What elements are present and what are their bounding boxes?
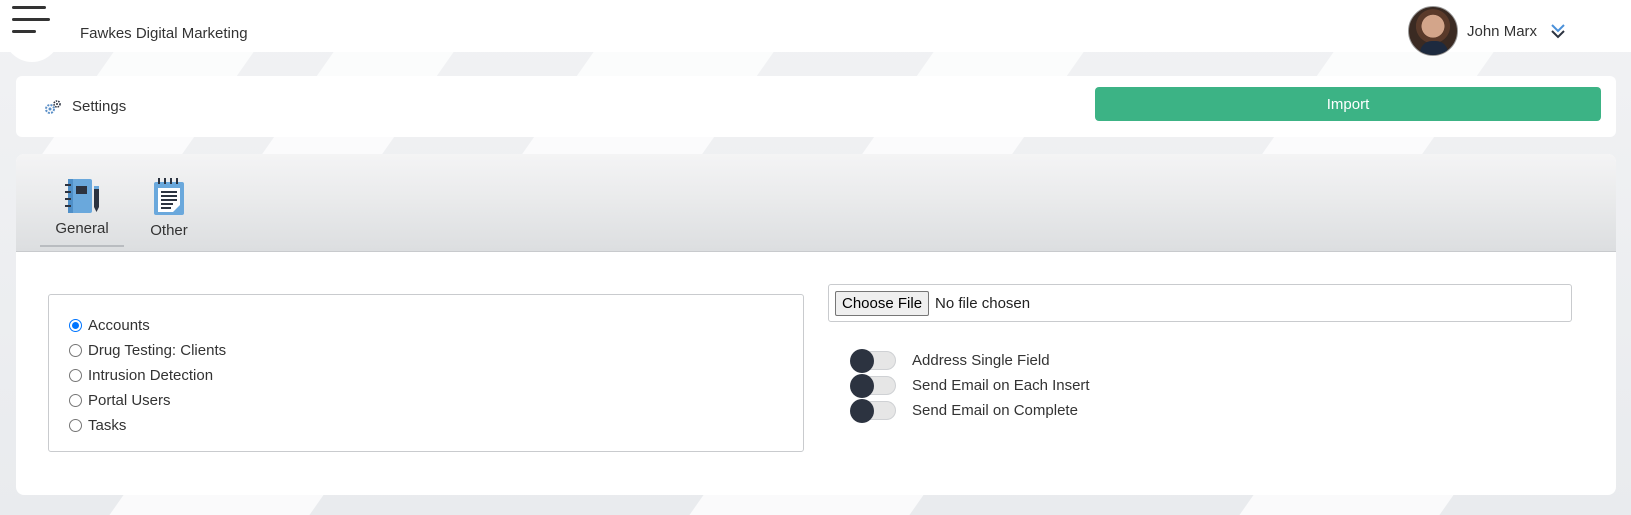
company-name: Fawkes Digital Marketing xyxy=(80,25,248,42)
gears-icon xyxy=(45,99,61,114)
tab-general[interactable]: General xyxy=(40,178,124,247)
radio-label: Drug Testing: Clients xyxy=(88,342,227,359)
choose-file-button[interactable]: Choose File xyxy=(835,290,930,316)
import-options: Address Single Field Send Email on Each … xyxy=(850,348,1090,423)
radio-button[interactable] xyxy=(69,394,82,407)
option-send-email-on-complete[interactable]: Send Email on Complete xyxy=(850,398,1090,423)
import-panel: General Other Accounts Drug Testing: Cli… xyxy=(16,154,1616,495)
tab-general-label: General xyxy=(55,220,109,237)
toggle-switch[interactable] xyxy=(850,399,896,423)
toggle-switch[interactable] xyxy=(850,349,896,373)
option-send-email-each-insert[interactable]: Send Email on Each Insert xyxy=(850,373,1090,398)
import-type-group: Accounts Drug Testing: Clients Intrusion… xyxy=(48,294,804,452)
user-menu[interactable]: John Marx xyxy=(1408,6,1567,56)
notebook-pen-icon xyxy=(65,179,99,213)
radio-button[interactable] xyxy=(69,419,82,432)
file-status: No file chosen xyxy=(935,294,1031,312)
user-name: John Marx xyxy=(1467,22,1538,40)
page-title: Settings xyxy=(44,98,126,115)
radio-label: Intrusion Detection xyxy=(88,367,214,384)
radio-portal-users[interactable]: Portal Users xyxy=(69,388,783,413)
avatar xyxy=(1408,6,1458,56)
radio-button[interactable] xyxy=(69,344,82,357)
radio-accounts[interactable]: Accounts xyxy=(69,313,783,338)
tab-other-label: Other xyxy=(150,222,188,239)
option-address-single-field[interactable]: Address Single Field xyxy=(850,348,1090,373)
radio-button[interactable] xyxy=(69,319,82,332)
tab-other[interactable]: Other xyxy=(132,178,206,247)
toggle-label: Address Single Field xyxy=(912,352,1050,369)
radio-label: Accounts xyxy=(88,317,150,334)
radio-label: Tasks xyxy=(88,417,127,434)
toggle-label: Send Email on Complete xyxy=(912,402,1078,419)
file-upload-field[interactable]: Choose File No file chosen xyxy=(828,284,1572,322)
notepad-icon xyxy=(154,178,184,215)
tab-bar: General Other xyxy=(16,154,1616,252)
toggle-label: Send Email on Each Insert xyxy=(912,377,1090,394)
menu-button[interactable] xyxy=(4,0,60,62)
top-bar: Fawkes Digital Marketing John Marx xyxy=(0,0,1631,62)
settings-label: Settings xyxy=(72,98,127,115)
settings-header-card: Settings Import xyxy=(16,76,1616,137)
import-button[interactable]: Import xyxy=(1095,87,1601,121)
hamburger-icon xyxy=(12,5,52,35)
radio-label: Portal Users xyxy=(88,392,171,409)
double-chevron-down-icon xyxy=(1551,24,1565,39)
radio-drug-testing-clients[interactable]: Drug Testing: Clients xyxy=(69,338,783,363)
radio-button[interactable] xyxy=(69,369,82,382)
toggle-switch[interactable] xyxy=(850,374,896,398)
radio-tasks[interactable]: Tasks xyxy=(69,413,783,438)
radio-intrusion-detection[interactable]: Intrusion Detection xyxy=(69,363,783,388)
